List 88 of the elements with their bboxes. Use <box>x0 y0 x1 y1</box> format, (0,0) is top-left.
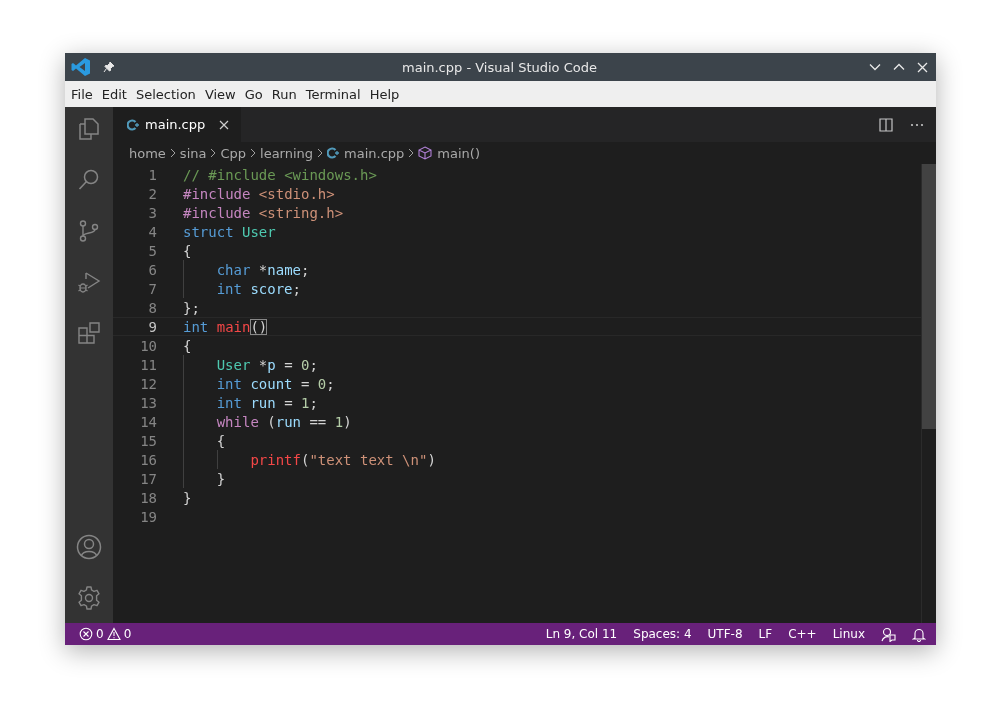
maximize-icon[interactable] <box>893 63 905 71</box>
menu-item[interactable]: Run <box>267 86 301 102</box>
split-editor-icon[interactable] <box>879 117 893 132</box>
chevron-icon <box>316 148 325 158</box>
code-line: { <box>183 336 192 355</box>
breadcrumb-item[interactable]: sina <box>179 145 207 161</box>
code-line: }; <box>183 298 200 317</box>
settings-icon[interactable] <box>76 585 102 611</box>
line-number: 8 <box>147 299 157 316</box>
line-number: 12 <box>139 375 157 392</box>
window-title: main.cpp - Visual Studio Code <box>401 59 598 75</box>
problems-indicator[interactable]: 0 0 <box>79 627 132 641</box>
code-line: } <box>216 469 226 488</box>
app-logo-icon <box>71 57 91 77</box>
code-line: { <box>183 241 192 260</box>
status-item[interactable]: Ln 9, Col 11 <box>545 627 618 641</box>
line-number: 14 <box>139 413 157 430</box>
branch-icon[interactable] <box>77 219 101 243</box>
line-number: 18 <box>139 489 157 506</box>
status-item[interactable]: LF <box>758 627 773 641</box>
status-item[interactable]: C++ <box>788 627 817 641</box>
line-number: 3 <box>147 204 157 221</box>
warning-icon <box>106 627 121 641</box>
chevron-icon <box>249 148 258 158</box>
pin-icon[interactable] <box>103 61 115 73</box>
breadcrumb-item[interactable]: learning <box>260 145 314 161</box>
close-icon[interactable] <box>917 61 928 73</box>
line-number: 11 <box>139 356 157 373</box>
account-icon[interactable] <box>76 534 102 560</box>
code-line: User *p = 0; <box>216 355 318 374</box>
line-number: 13 <box>139 394 157 411</box>
search-icon[interactable] <box>77 168 101 192</box>
line-number: 7 <box>147 280 157 297</box>
cpp-file-icon <box>127 118 139 131</box>
line-number: 6 <box>147 261 157 278</box>
status-item[interactable]: UTF-8 <box>707 627 743 641</box>
code-line: // #include <windows.h> <box>183 165 377 184</box>
code-line: int score; <box>216 279 301 298</box>
chevron-icon <box>209 148 218 158</box>
code-line: printf("text text \n") <box>250 450 436 469</box>
code-line: char *name; <box>216 260 310 279</box>
line-number: 16 <box>139 451 157 468</box>
chevron-icon <box>407 148 416 158</box>
menu-item[interactable]: Help <box>365 86 404 102</box>
feedback-icon <box>881 626 896 642</box>
line-number: 15 <box>139 432 157 449</box>
menu-item[interactable]: Go <box>240 86 267 102</box>
line-number: 1 <box>147 166 157 183</box>
line-number: 19 <box>139 508 157 525</box>
code-line: #include <stdio.h> <box>183 184 335 203</box>
line-number: 17 <box>139 470 157 487</box>
menu-item[interactable]: Edit <box>97 86 131 102</box>
code-line: int run = 1; <box>216 393 318 412</box>
breadcrumb-item[interactable]: main.cpp <box>327 145 405 161</box>
code-line: struct User <box>183 222 276 241</box>
breadcrumb-item[interactable]: main() <box>418 145 480 161</box>
menu-item[interactable]: File <box>67 86 97 102</box>
line-number: 10 <box>139 337 157 354</box>
line-number: 5 <box>147 242 157 259</box>
error-icon <box>79 627 93 641</box>
code-line: int count = 0; <box>216 374 335 393</box>
more-actions-icon[interactable] <box>910 122 924 127</box>
extensions-icon[interactable] <box>77 321 101 345</box>
breadcrumb-item[interactable]: home <box>129 145 166 161</box>
breadcrumb-item[interactable]: Cpp <box>220 145 247 161</box>
close-icon <box>219 119 230 130</box>
chevron-icon <box>168 148 177 158</box>
cpp-file-icon <box>327 147 340 159</box>
minimize-icon[interactable] <box>869 63 881 71</box>
files-icon[interactable] <box>77 117 101 141</box>
menu-item[interactable]: View <box>200 86 240 102</box>
menu-item[interactable]: Selection <box>131 86 200 102</box>
status-item[interactable]: Linux <box>832 627 865 641</box>
code-line: } <box>183 488 192 507</box>
code-line: { <box>216 431 226 450</box>
status-item[interactable]: Spaces: 4 <box>633 627 692 641</box>
run-debug-icon[interactable] <box>77 270 101 294</box>
line-number: 4 <box>147 223 157 240</box>
line-number: 2 <box>147 185 157 202</box>
cube-icon <box>418 146 433 160</box>
editor-tab[interactable]: main.cpp <box>113 107 242 142</box>
code-line: while (run == 1) <box>216 412 352 431</box>
bell-icon <box>912 626 926 642</box>
line-number: 9 <box>147 318 157 335</box>
code-line: #include <string.h> <box>183 203 344 222</box>
code-line: int main() <box>183 317 268 336</box>
scrollbar-thumb[interactable] <box>922 164 936 429</box>
menu-item[interactable]: Terminal <box>301 86 365 102</box>
